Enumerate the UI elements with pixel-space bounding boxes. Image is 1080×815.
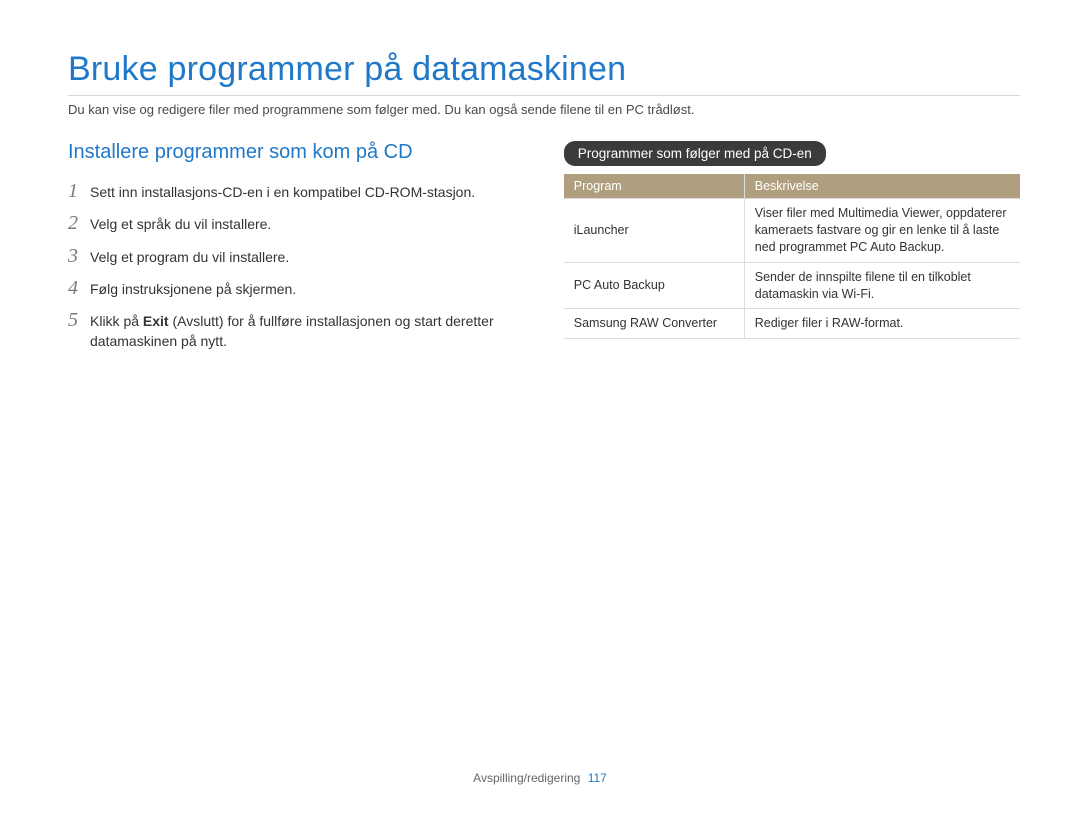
step-text-pre: Klikk på	[90, 313, 143, 329]
document-page: Bruke programmer på datamaskinen Du kan …	[0, 0, 1080, 815]
table-row: iLauncher Viser filer med Multimedia Vie…	[564, 199, 1020, 263]
table-row: Samsung RAW Converter Rediger filer i RA…	[564, 309, 1020, 339]
step-item: 4 Følg instruksjonene på skjermen.	[68, 277, 534, 299]
title-rule	[68, 95, 1020, 96]
page-footer: Avspilling/redigering 117	[0, 771, 1080, 785]
step-item: 1 Sett inn installasjons-CD-en i en komp…	[68, 180, 534, 202]
cell-description: Viser filer med Multimedia Viewer, oppda…	[744, 199, 1020, 263]
step-text: Sett inn installasjons-CD-en i en kompat…	[90, 180, 475, 202]
step-number: 5	[68, 309, 90, 331]
step-item: 2 Velg et språk du vil installere.	[68, 212, 534, 234]
table-row: PC Auto Backup Sender de innspilte filen…	[564, 262, 1020, 309]
programs-table: Program Beskrivelse iLauncher Viser file…	[564, 174, 1020, 339]
cell-program: PC Auto Backup	[564, 262, 745, 309]
step-item: 5 Klikk på Exit (Avslutt) for å fullføre…	[68, 309, 534, 352]
step-text: Velg et språk du vil installere.	[90, 212, 271, 234]
step-text: Klikk på Exit (Avslutt) for å fullføre i…	[90, 309, 534, 352]
two-column-layout: Installere programmer som kom på CD 1 Se…	[68, 141, 1020, 362]
step-number: 1	[68, 180, 90, 202]
install-steps: 1 Sett inn installasjons-CD-en i en komp…	[68, 180, 534, 352]
table-header-description: Beskrivelse	[744, 174, 1020, 199]
step-text: Følg instruksjonene på skjermen.	[90, 277, 296, 299]
step-item: 3 Velg et program du vil installere.	[68, 245, 534, 267]
footer-page-number: 117	[588, 771, 607, 785]
step-number: 3	[68, 245, 90, 267]
step-number: 4	[68, 277, 90, 299]
step-text: Velg et program du vil installere.	[90, 245, 289, 267]
right-column: Programmer som følger med på CD-en Progr…	[564, 141, 1020, 362]
intro-text: Du kan vise og redigere filer med progra…	[68, 102, 1020, 117]
programs-pill-heading: Programmer som følger med på CD-en	[564, 141, 826, 166]
step-number: 2	[68, 212, 90, 234]
left-column: Installere programmer som kom på CD 1 Se…	[68, 141, 534, 362]
step-text-bold: Exit	[143, 313, 169, 329]
table-header-program: Program	[564, 174, 745, 199]
cell-program: iLauncher	[564, 199, 745, 263]
footer-section: Avspilling/redigering	[473, 771, 580, 785]
install-subheading: Installere programmer som kom på CD	[68, 141, 534, 164]
cell-description: Sender de innspilte filene til en tilkob…	[744, 262, 1020, 309]
page-title: Bruke programmer på datamaskinen	[68, 50, 1020, 89]
cell-description: Rediger filer i RAW-format.	[744, 309, 1020, 339]
cell-program: Samsung RAW Converter	[564, 309, 745, 339]
